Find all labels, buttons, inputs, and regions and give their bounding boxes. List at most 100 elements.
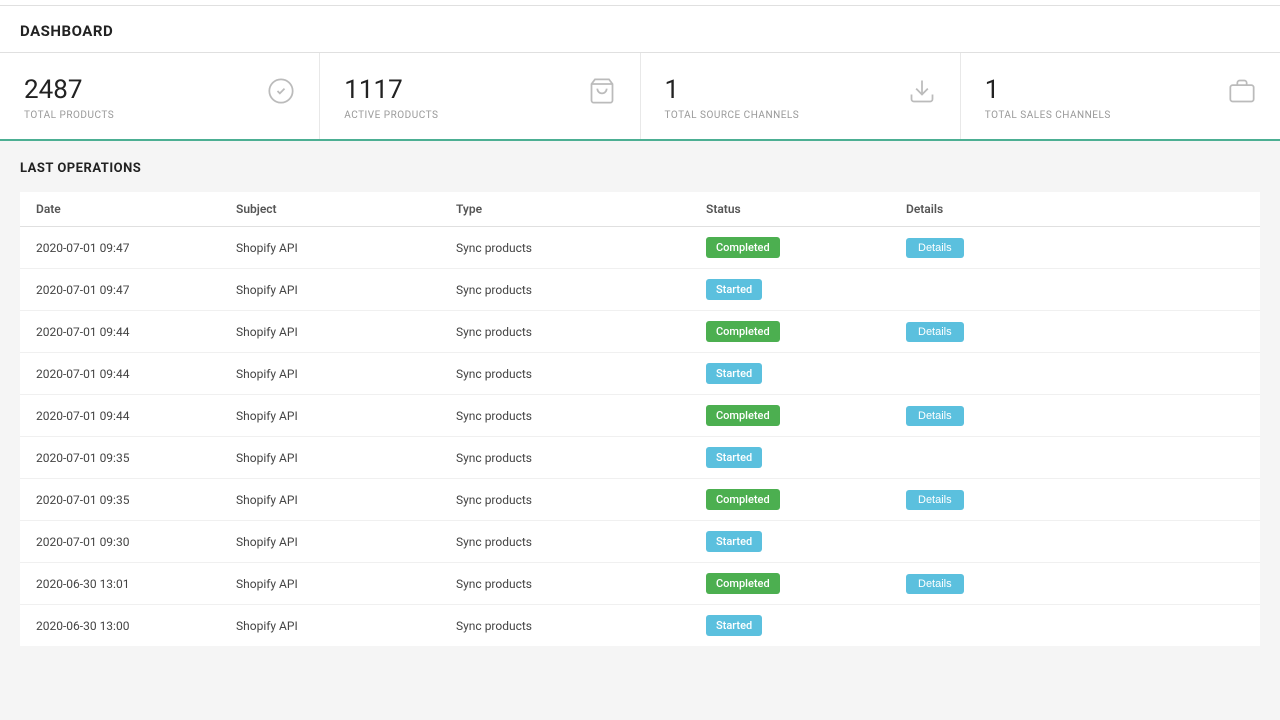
table-row: 2020-07-01 09:44 Shopify API Sync produc… [20, 395, 1260, 437]
cell-type: Sync products [440, 269, 690, 311]
cell-subject: Shopify API [220, 521, 440, 563]
cell-status: Completed [690, 227, 890, 269]
cell-type: Sync products [440, 311, 690, 353]
col-header-type: Type [440, 192, 690, 227]
status-badge: Completed [706, 405, 780, 426]
cell-subject: Shopify API [220, 311, 440, 353]
cell-subject: Shopify API [220, 269, 440, 311]
cell-subject: Shopify API [220, 395, 440, 437]
cell-type: Sync products [440, 563, 690, 605]
cell-date: 2020-07-01 09:47 [20, 227, 220, 269]
stats-section: 2487 TOTAL PRODUCTS 1117 ACTIVE PRODUCTS… [0, 53, 1280, 141]
cell-type: Sync products [440, 395, 690, 437]
details-button[interactable]: Details [906, 238, 964, 258]
table-header: DateSubjectTypeStatusDetails [20, 192, 1260, 227]
status-badge: Started [706, 279, 762, 300]
cell-date: 2020-07-01 09:44 [20, 353, 220, 395]
status-badge: Started [706, 615, 762, 636]
cell-details: Details [890, 395, 1260, 437]
status-badge: Completed [706, 573, 780, 594]
stat-number-total-source-channels: 1 [665, 75, 800, 106]
main-content: LAST OPERATIONS DateSubjectTypeStatusDet… [0, 141, 1280, 666]
cell-type: Sync products [440, 437, 690, 479]
table-row: 2020-07-01 09:30 Shopify API Sync produc… [20, 521, 1260, 563]
details-button[interactable]: Details [906, 406, 964, 426]
cart-icon [588, 77, 616, 112]
cell-status: Completed [690, 395, 890, 437]
cell-date: 2020-07-01 09:44 [20, 311, 220, 353]
status-badge: Completed [706, 321, 780, 342]
table-header-row: DateSubjectTypeStatusDetails [20, 192, 1260, 227]
page-title: DASHBOARD [20, 22, 113, 40]
table-row: 2020-07-01 09:47 Shopify API Sync produc… [20, 227, 1260, 269]
stat-label-total-sales-channels: TOTAL SALES CHANNELS [985, 110, 1111, 121]
cell-details: Details [890, 563, 1260, 605]
cell-date: 2020-07-01 09:35 [20, 437, 220, 479]
cell-details [890, 269, 1260, 311]
table-row: 2020-07-01 09:44 Shopify API Sync produc… [20, 311, 1260, 353]
sales-icon [1228, 77, 1256, 112]
cell-status: Completed [690, 479, 890, 521]
status-badge: Started [706, 447, 762, 468]
status-badge: Completed [706, 489, 780, 510]
stat-number-active-products: 1117 [344, 75, 438, 106]
table-row: 2020-07-01 09:35 Shopify API Sync produc… [20, 479, 1260, 521]
stat-card-active-products: 1117 ACTIVE PRODUCTS [320, 53, 640, 139]
download-icon [908, 77, 936, 112]
check-circle-icon [267, 77, 295, 112]
col-header-status: Status [690, 192, 890, 227]
cell-date: 2020-07-01 09:35 [20, 479, 220, 521]
stat-content-total-source-channels: 1 TOTAL SOURCE CHANNELS [665, 75, 800, 121]
cell-status: Started [690, 353, 890, 395]
stat-content-total-sales-channels: 1 TOTAL SALES CHANNELS [985, 75, 1111, 121]
stat-content-total-products: 2487 TOTAL PRODUCTS [24, 75, 114, 121]
cell-subject: Shopify API [220, 437, 440, 479]
stat-number-total-sales-channels: 1 [985, 75, 1111, 106]
cell-status: Started [690, 269, 890, 311]
table-row: 2020-06-30 13:00 Shopify API Sync produc… [20, 605, 1260, 647]
table-row: 2020-07-01 09:35 Shopify API Sync produc… [20, 437, 1260, 479]
cell-details [890, 605, 1260, 647]
stat-card-total-products: 2487 TOTAL PRODUCTS [0, 53, 320, 139]
col-header-date: Date [20, 192, 220, 227]
table-row: 2020-07-01 09:44 Shopify API Sync produc… [20, 353, 1260, 395]
cell-subject: Shopify API [220, 227, 440, 269]
cell-subject: Shopify API [220, 563, 440, 605]
cell-type: Sync products [440, 353, 690, 395]
details-button[interactable]: Details [906, 574, 964, 594]
operations-table: DateSubjectTypeStatusDetails 2020-07-01 … [20, 192, 1260, 646]
cell-status: Started [690, 605, 890, 647]
stat-label-active-products: ACTIVE PRODUCTS [344, 110, 438, 121]
cell-status: Started [690, 437, 890, 479]
details-button[interactable]: Details [906, 490, 964, 510]
stat-content-active-products: 1117 ACTIVE PRODUCTS [344, 75, 438, 121]
cell-date: 2020-06-30 13:01 [20, 563, 220, 605]
cell-type: Sync products [440, 605, 690, 647]
cell-type: Sync products [440, 227, 690, 269]
cell-date: 2020-07-01 09:47 [20, 269, 220, 311]
cell-status: Completed [690, 311, 890, 353]
status-badge: Started [706, 531, 762, 552]
cell-details [890, 437, 1260, 479]
page-header: DASHBOARD [0, 6, 1280, 53]
cell-subject: Shopify API [220, 353, 440, 395]
stat-card-total-sales-channels: 1 TOTAL SALES CHANNELS [961, 53, 1280, 139]
cell-details: Details [890, 479, 1260, 521]
cell-details [890, 521, 1260, 563]
operations-section-title: LAST OPERATIONS [20, 161, 1260, 176]
stat-label-total-products: TOTAL PRODUCTS [24, 110, 114, 121]
details-button[interactable]: Details [906, 322, 964, 342]
cell-date: 2020-07-01 09:30 [20, 521, 220, 563]
cell-type: Sync products [440, 521, 690, 563]
status-badge: Started [706, 363, 762, 384]
cell-subject: Shopify API [220, 605, 440, 647]
cell-subject: Shopify API [220, 479, 440, 521]
col-header-details: Details [890, 192, 1260, 227]
stat-card-total-source-channels: 1 TOTAL SOURCE CHANNELS [641, 53, 961, 139]
stat-label-total-source-channels: TOTAL SOURCE CHANNELS [665, 110, 800, 121]
table-row: 2020-06-30 13:01 Shopify API Sync produc… [20, 563, 1260, 605]
cell-date: 2020-06-30 13:00 [20, 605, 220, 647]
status-badge: Completed [706, 237, 780, 258]
cell-date: 2020-07-01 09:44 [20, 395, 220, 437]
stat-number-total-products: 2487 [24, 75, 114, 106]
